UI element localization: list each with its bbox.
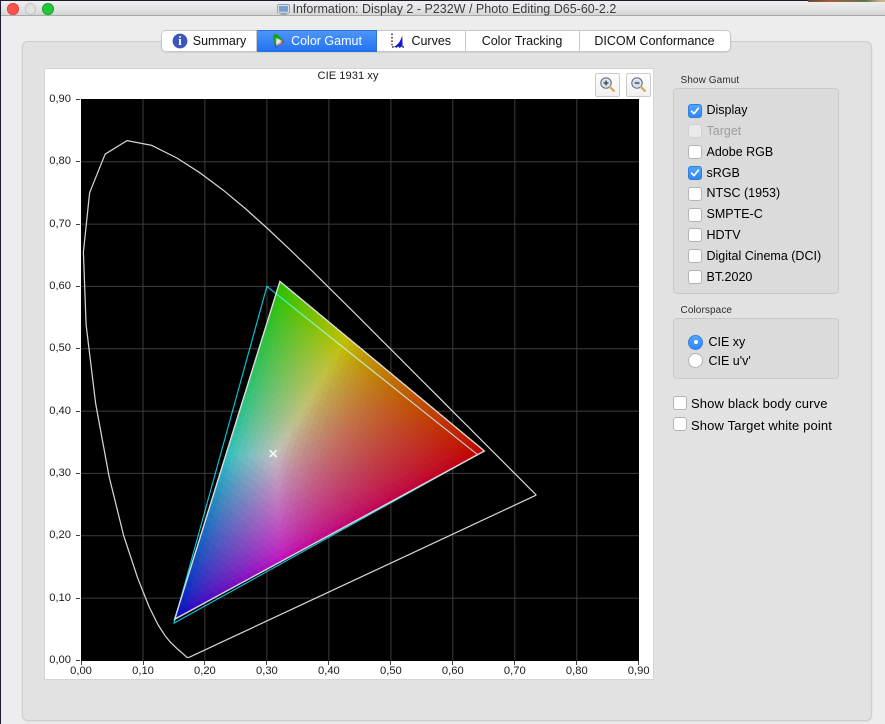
svg-text:i: i [178, 34, 182, 48]
